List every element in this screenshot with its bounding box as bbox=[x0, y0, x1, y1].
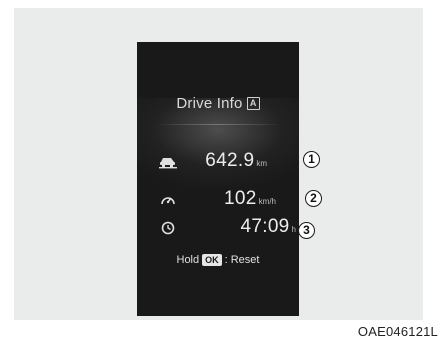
distance-unit: km bbox=[256, 159, 267, 168]
time-row: 47:09 h bbox=[137, 216, 299, 242]
distance-row: 642.9 km bbox=[137, 150, 299, 176]
speed-value: 102 km/h bbox=[224, 188, 276, 210]
speed-number: 102 bbox=[224, 188, 257, 209]
time-unit: h bbox=[291, 225, 296, 234]
time-number: 47:09 bbox=[240, 216, 290, 237]
callout-3: 3 bbox=[298, 222, 315, 239]
speed-row: 102 km/h bbox=[137, 188, 299, 214]
clock-icon bbox=[159, 220, 177, 236]
title-badge: A bbox=[246, 97, 260, 110]
hold-label: Hold bbox=[176, 254, 200, 266]
callout-1: 1 bbox=[303, 151, 320, 168]
speed-unit: km/h bbox=[258, 197, 276, 206]
reset-label: : Reset bbox=[224, 254, 260, 266]
cluster-display: Drive Info A 642.9 km 102 km/h 47:09 h H… bbox=[137, 42, 299, 316]
screen-title: Drive Info bbox=[176, 95, 243, 112]
screen-header: Drive Info A bbox=[137, 95, 299, 112]
fuel-economy-icon bbox=[159, 154, 177, 170]
time-value: 47:09 h bbox=[241, 216, 297, 238]
distance-number: 642.9 bbox=[205, 150, 255, 171]
reset-hint: Hold OK : Reset bbox=[137, 254, 299, 266]
figure-caption: OAE046121L bbox=[357, 324, 438, 339]
header-divider bbox=[155, 124, 281, 125]
speedometer-icon bbox=[159, 192, 177, 208]
distance-value: 642.9 km bbox=[205, 150, 267, 172]
ok-button-glyph: OK bbox=[202, 254, 222, 266]
callout-2: 2 bbox=[305, 190, 322, 207]
